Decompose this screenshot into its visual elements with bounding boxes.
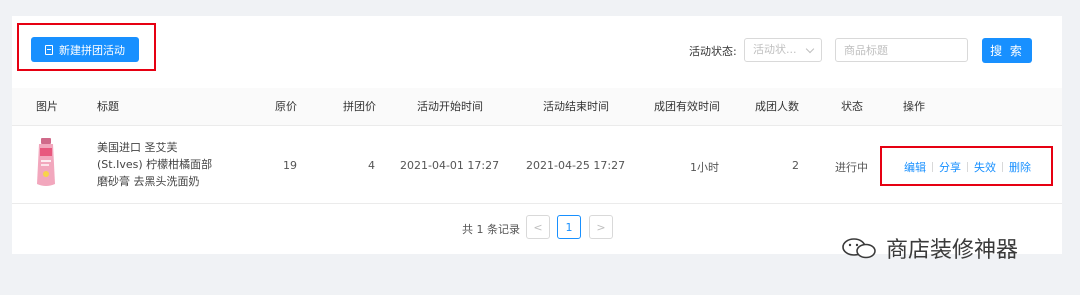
original-price: 19 [283, 159, 297, 172]
start-time: 2021-04-01 17:27 [400, 159, 500, 172]
header-valid-time: 成团有效时间 [654, 100, 720, 113]
header-start-time: 活动开始时间 [417, 100, 483, 113]
status-select-placeholder: 活动状... [753, 43, 797, 56]
product-title-input[interactable] [835, 38, 968, 62]
header-original-price: 原价 [275, 100, 297, 113]
status-select[interactable]: 活动状... [744, 38, 822, 62]
product-thumbnail [37, 138, 55, 186]
table-header: 图片 标题 原价 拼团价 活动开始时间 活动结束时间 成团有效时间 成团人数 状… [12, 88, 1062, 126]
highlight-box-new-button [17, 23, 156, 71]
highlight-box-actions [880, 146, 1053, 186]
header-actions: 操作 [903, 100, 925, 113]
header-end-time: 活动结束时间 [543, 100, 609, 113]
header-status: 状态 [841, 100, 863, 113]
product-title-line: (St.Ives) 柠檬柑橘面部 [97, 158, 213, 171]
chevron-right-icon: > [596, 220, 606, 234]
page-1-button[interactable]: 1 [557, 215, 581, 239]
header-group-size: 成团人数 [755, 100, 799, 113]
watermark-text: 商店装修神器 [886, 238, 1019, 263]
prev-page-button[interactable]: < [526, 215, 550, 239]
group-price: 4 [368, 159, 375, 172]
watermark: 商店装修神器 [840, 232, 1018, 264]
header-group-price: 拼团价 [343, 100, 376, 113]
next-page-button[interactable]: > [589, 215, 613, 239]
status-text: 进行中 [835, 161, 868, 174]
valid-time: 1小时 [690, 161, 719, 174]
wechat-icon [842, 238, 876, 259]
status-filter-label: 活动状态: [689, 45, 737, 58]
pagination-total: 共 1 条记录 [462, 223, 520, 236]
product-title: 美国进口 圣艾芙 (St.Ives) 柠檬柑橘面部 磨砂膏 去黑头洗面奶 [97, 139, 217, 190]
chevron-left-icon: < [533, 220, 543, 234]
product-title-line: 美国进口 圣艾芙 [97, 141, 178, 154]
chevron-down-icon [805, 44, 815, 54]
search-button[interactable]: 搜 索 [982, 38, 1032, 63]
group-size: 2 [792, 159, 799, 172]
end-time: 2021-04-25 17:27 [526, 159, 626, 172]
header-title: 标题 [97, 100, 119, 113]
product-title-line: 磨砂膏 去黑头洗面奶 [97, 175, 200, 188]
header-image: 图片 [36, 100, 58, 113]
main-panel: 新建拼团活动 活动状态: 活动状... 搜 索 图片 标题 原价 拼团价 活动开… [12, 16, 1062, 254]
